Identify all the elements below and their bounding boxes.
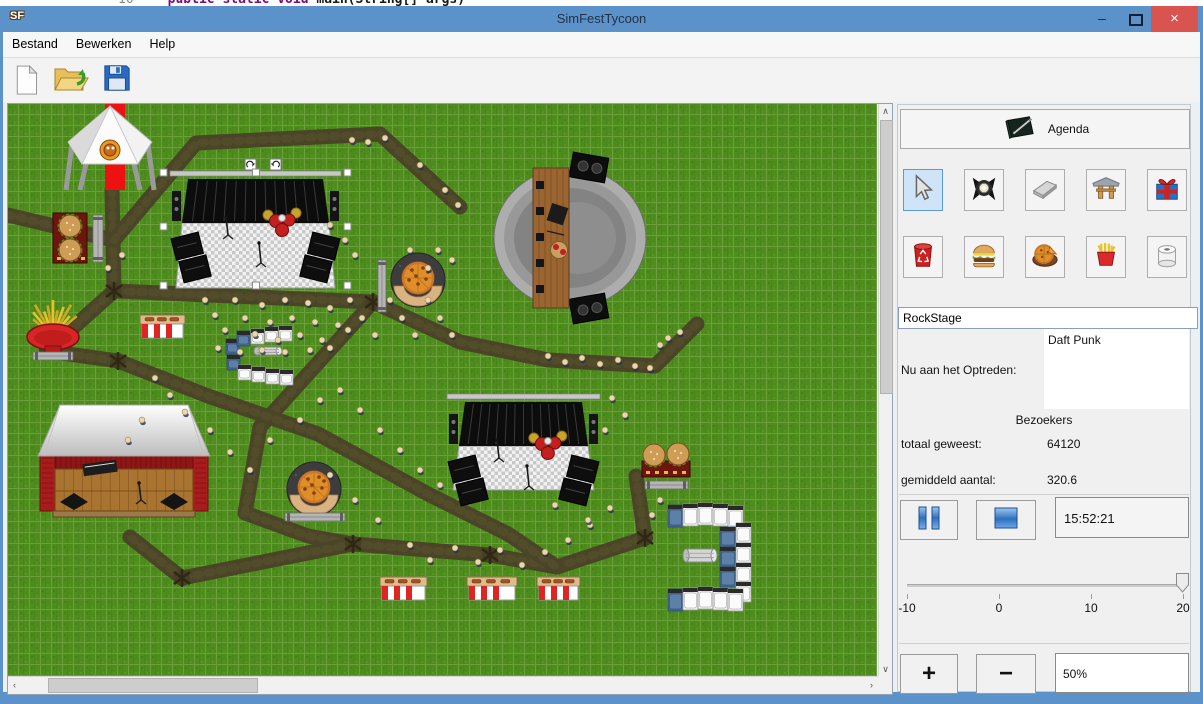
stop-icon — [992, 504, 1020, 537]
tool-fries-button[interactable] — [1086, 236, 1126, 278]
speed-slider-thumb[interactable] — [1176, 573, 1189, 593]
open-file-button[interactable] — [52, 63, 90, 100]
tool-trash-bin-button[interactable] — [903, 236, 943, 278]
now-performing-value: Daft Punk — [1048, 333, 1101, 347]
app-screen: 10public static void main(String[] args)… — [0, 0, 1203, 704]
slider-tick-label: 20 — [1165, 601, 1201, 615]
divider — [899, 494, 1189, 495]
slider-tick-label: 10 — [1073, 601, 1109, 615]
menu-item-bewerken[interactable]: Bewerken — [67, 32, 141, 57]
menu-item-bestand[interactable]: Bestand — [3, 32, 67, 57]
toilet-paper-icon — [1152, 240, 1182, 275]
stage-name-input[interactable] — [898, 307, 1198, 329]
close-button[interactable]: × — [1151, 6, 1198, 32]
control-sidebar: Agenda Nu aan het Optreden: Daft Punk Be… — [897, 104, 1191, 692]
pause-button[interactable] — [900, 500, 958, 540]
tool-toilet-paper-button[interactable] — [1147, 236, 1187, 278]
scroll-right-icon[interactable]: › — [865, 678, 878, 692]
tool-spotlight-button[interactable] — [964, 169, 1004, 211]
map-viewport: ∧ ∨ ‹ › — [7, 103, 893, 695]
tool-hamburger-button[interactable] — [964, 236, 1004, 278]
pizza-icon — [1030, 240, 1060, 275]
save-file-button[interactable] — [102, 63, 132, 98]
zoom-level-field[interactable]: 50% — [1055, 653, 1189, 693]
visitors-total-value: 64120 — [1047, 437, 1080, 451]
spotlight-icon — [969, 173, 999, 208]
now-performing-box: Daft Punk — [1044, 329, 1189, 409]
zoom-out-button[interactable]: − — [976, 654, 1036, 694]
scroll-down-icon[interactable]: ∨ — [879, 662, 892, 676]
gift-icon — [1152, 173, 1182, 208]
agenda-book-icon — [1001, 113, 1039, 146]
road-tile-icon — [1030, 173, 1060, 208]
clock-display: 15:52:21 — [1055, 497, 1189, 538]
agenda-label: Agenda — [1048, 122, 1089, 136]
now-performing-label: Nu aan het Optreden: — [901, 363, 1016, 377]
visitors-header: Bezoekers — [898, 413, 1190, 427]
tool-row-1 — [903, 169, 1187, 211]
zoom-in-button[interactable]: + — [900, 654, 958, 694]
tool-road-tile-button[interactable] — [1025, 169, 1065, 211]
maximize-button[interactable] — [1121, 6, 1151, 32]
tool-pizza-button[interactable] — [1025, 236, 1065, 278]
tool-entrance-gate-button[interactable] — [1086, 169, 1126, 211]
tool-gift-button[interactable] — [1147, 169, 1187, 211]
stop-button[interactable] — [976, 500, 1036, 540]
slider-tick-label: 0 — [981, 601, 1017, 615]
new-document-button[interactable] — [12, 63, 40, 102]
horizontal-scrollbar-thumb[interactable] — [48, 678, 258, 693]
slider-tick — [999, 594, 1000, 599]
hamburger-icon — [969, 240, 999, 275]
title-bar[interactable]: SF SimFestTycoon – × — [0, 6, 1203, 32]
festival-map[interactable] — [8, 104, 877, 676]
toolbar — [3, 58, 1200, 103]
slider-tick — [1183, 594, 1184, 599]
vertical-scrollbar-thumb[interactable] — [880, 120, 893, 394]
tool-row-2 — [903, 236, 1187, 278]
tool-select-cursor-button[interactable] — [903, 169, 943, 211]
trash-bin-icon — [908, 240, 938, 275]
scroll-up-icon[interactable]: ∧ — [879, 104, 892, 118]
speed-slider-track[interactable] — [907, 584, 1187, 587]
visitors-average-value: 320.6 — [1047, 473, 1077, 487]
visitors-average-label: gemiddeld aantal: — [901, 473, 996, 487]
window-title: SimFestTycoon — [0, 6, 1203, 32]
minimize-button[interactable]: – — [1087, 6, 1117, 32]
select-cursor-icon — [908, 173, 938, 208]
slider-tick — [907, 594, 908, 599]
slider-tick — [1091, 594, 1092, 599]
fries-icon — [1091, 240, 1121, 275]
scroll-left-icon[interactable]: ‹ — [8, 678, 21, 692]
agenda-button[interactable]: Agenda — [900, 109, 1190, 149]
menu-item-help[interactable]: Help — [140, 32, 184, 57]
visitors-total-label: totaal geweest: — [901, 437, 982, 451]
slider-tick-label: -10 — [889, 601, 925, 615]
menu-bar: BestandBewerkenHelp — [3, 32, 1200, 58]
entrance-gate-icon — [1091, 173, 1121, 208]
maximize-icon — [1129, 14, 1143, 26]
vertical-scrollbar[interactable]: ∧ ∨ — [878, 104, 892, 676]
horizontal-scrollbar[interactable]: ‹ › — [8, 676, 878, 693]
pause-icon — [912, 504, 946, 537]
divider — [899, 643, 1189, 644]
